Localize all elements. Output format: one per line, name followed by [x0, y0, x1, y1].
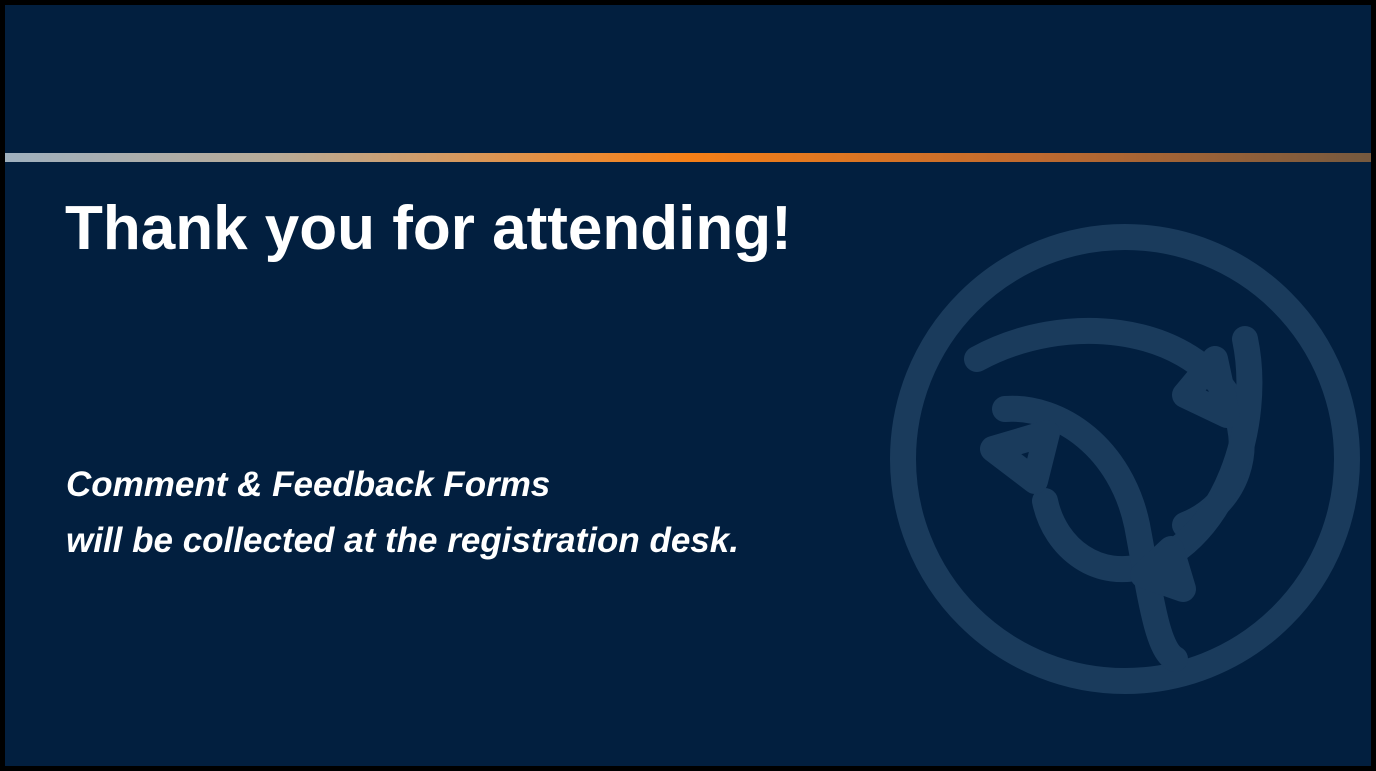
feedback-message: Comment & Feedback Forms will be collect… — [66, 457, 739, 569]
slide-title: Thank you for attending! — [65, 194, 792, 263]
accent-gradient-bar — [5, 153, 1371, 162]
slide-border-bottom — [0, 766, 1376, 771]
trinity-knot-logo-icon — [890, 224, 1360, 694]
presentation-slide: Thank you for attending! Comment & Feedb… — [5, 5, 1371, 766]
feedback-message-line-1: Comment & Feedback Forms — [66, 465, 551, 504]
feedback-message-line-2: will be collected at the registration de… — [66, 521, 739, 560]
slide-border-right — [1371, 0, 1376, 771]
